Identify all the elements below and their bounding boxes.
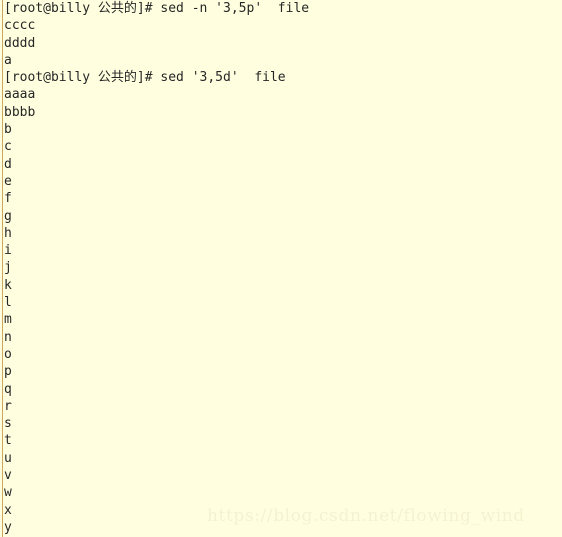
terminal-line: d — [4, 156, 12, 172]
terminal-line: a — [4, 52, 12, 68]
terminal-line: k — [4, 277, 12, 293]
terminal-line: v — [4, 468, 12, 484]
terminal-line: g — [4, 208, 12, 224]
terminal-line: c — [4, 139, 12, 155]
terminal-output: [root@billy 公共的]# sed -n '3,5p' file cccc… — [4, 0, 562, 537]
terminal-line: m — [4, 312, 12, 328]
terminal-line: b — [4, 122, 12, 138]
terminal-line: h — [4, 225, 12, 241]
terminal-left-border — [2, 0, 3, 537]
terminal-line: l — [4, 295, 12, 311]
terminal-line: cccc — [4, 18, 36, 34]
terminal-line: q — [4, 381, 12, 397]
terminal-line: w — [4, 485, 12, 501]
terminal-line: p — [4, 364, 12, 380]
terminal-line: [root@billy 公共的]# sed -n '3,5p' file — [4, 1, 310, 16]
watermark-text: https://blog.csdn.net/flowing_wind — [207, 506, 525, 526]
terminal-line: o — [4, 346, 12, 362]
terminal-line: j — [4, 260, 12, 276]
terminal-line: aaaa — [4, 87, 36, 103]
terminal-line: r — [4, 398, 12, 414]
terminal-line: u — [4, 450, 12, 466]
terminal-line: i — [4, 243, 12, 259]
terminal-line: [root@billy 公共的]# sed '3,5d' file — [4, 70, 286, 86]
terminal-line: e — [4, 173, 12, 189]
terminal-line: n — [4, 329, 12, 345]
terminal-line: bbbb — [4, 104, 36, 120]
terminal-line: t — [4, 433, 12, 449]
terminal-line: s — [4, 416, 12, 432]
terminal-line: dddd — [4, 35, 36, 51]
terminal-line: f — [4, 191, 12, 207]
terminal-window[interactable]: [root@billy 公共的]# sed -n '3,5p' file cccc… — [0, 0, 562, 537]
